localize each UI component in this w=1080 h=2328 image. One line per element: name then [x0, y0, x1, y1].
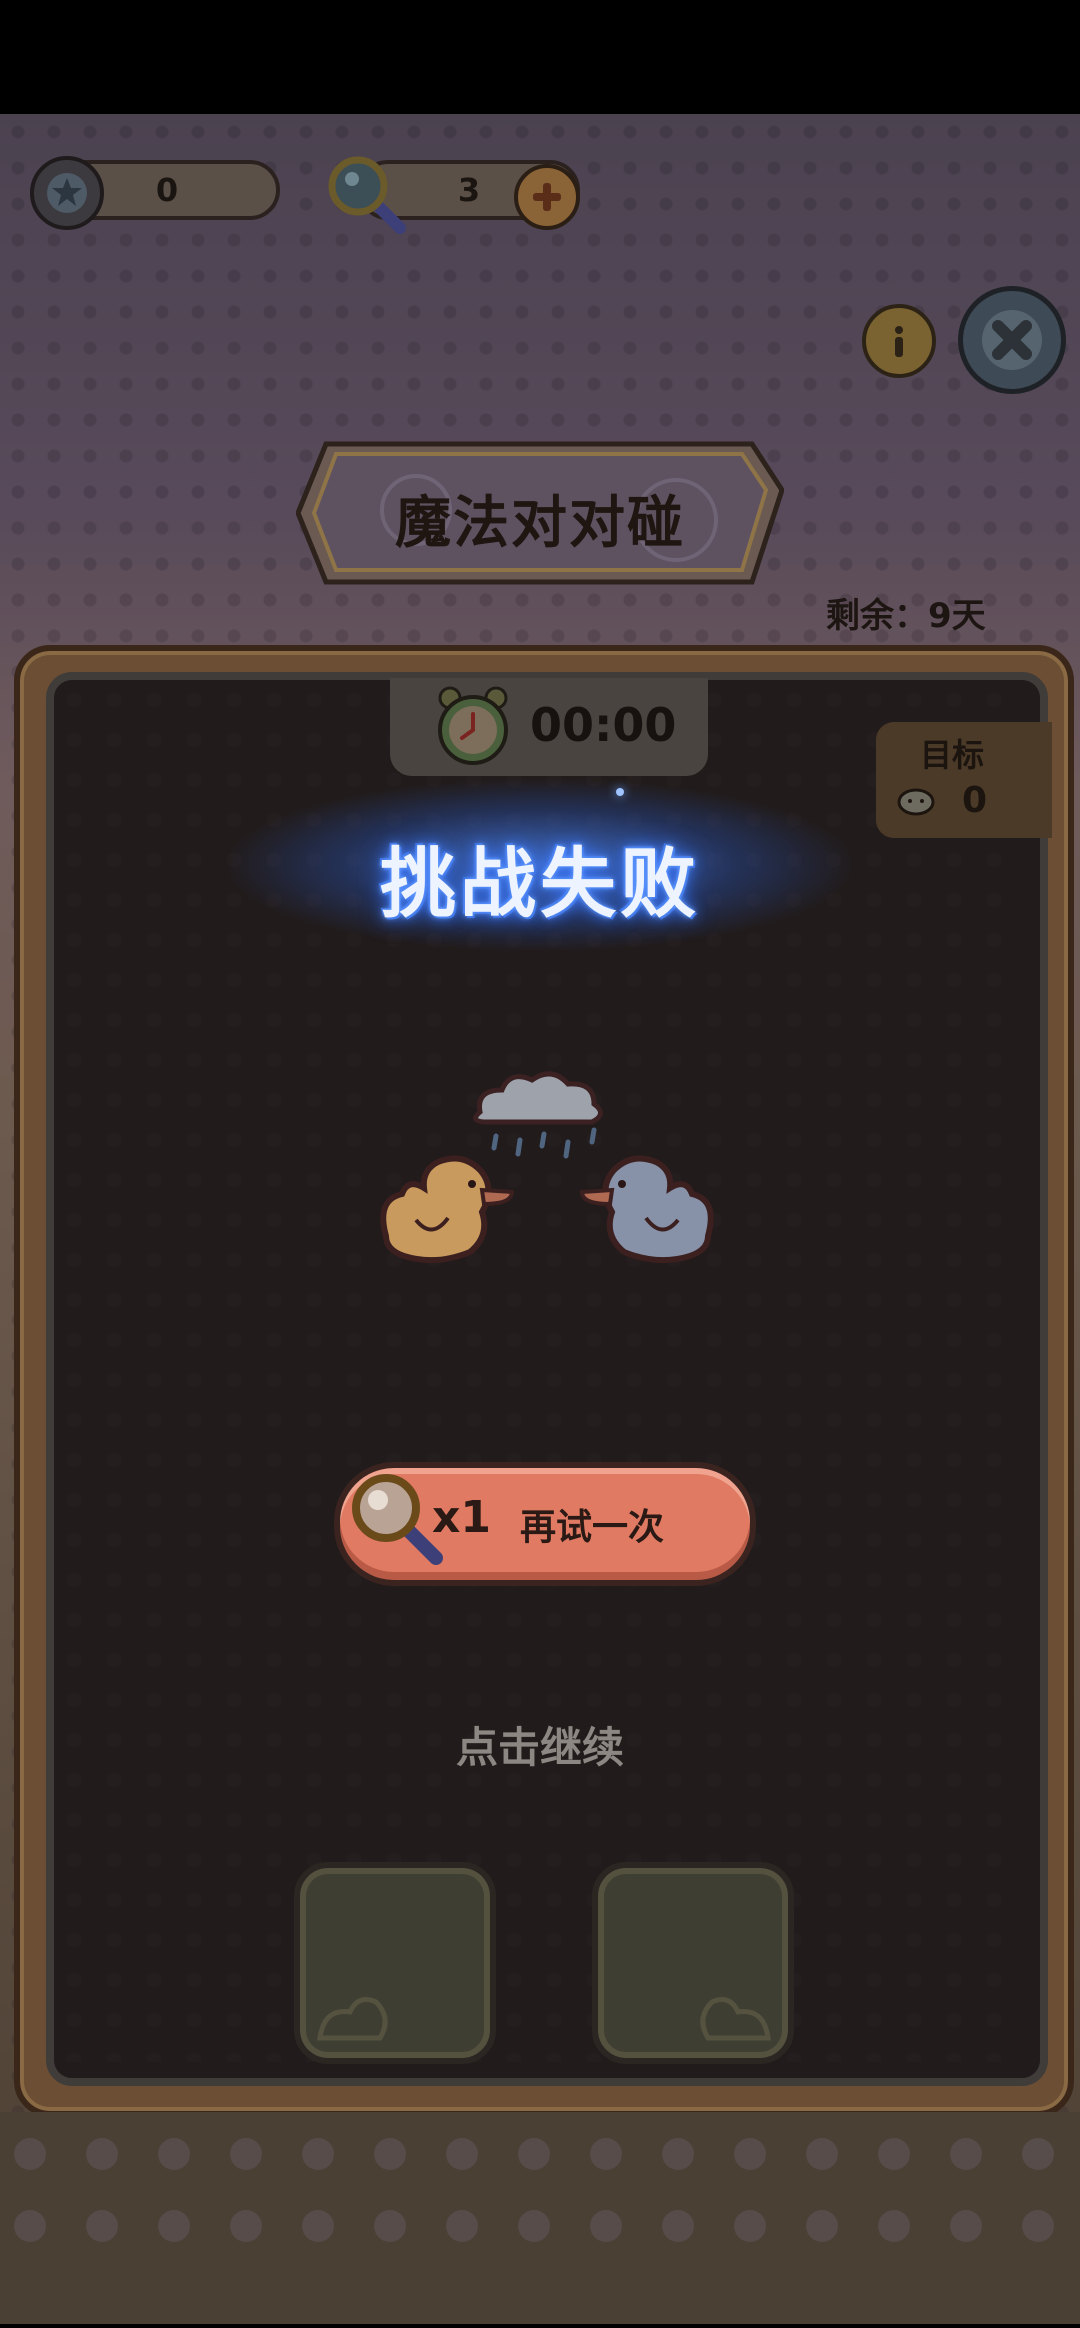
challenge-failed-title: 挑战失败	[380, 839, 700, 928]
remaining-days: 剩余：9天	[826, 596, 986, 636]
add-magnifier-button[interactable]	[514, 164, 580, 230]
cloud-icon	[473, 1071, 603, 1159]
footer-area	[0, 2112, 1080, 2324]
yellow-duck	[380, 1155, 515, 1264]
close-button[interactable]	[958, 286, 1066, 394]
magnifier-count: 3	[457, 171, 481, 209]
retry-cost: x1	[432, 1492, 491, 1543]
match-slot-left	[294, 1862, 496, 2064]
timer-value: 00:00	[530, 698, 677, 752]
magnifier-icon	[326, 154, 410, 238]
tap-to-continue[interactable]: 点击继续	[340, 1714, 740, 1775]
goal-count: 0	[962, 780, 988, 821]
star-icon	[30, 156, 104, 230]
sparkle	[616, 788, 624, 796]
close-icon	[982, 310, 1042, 370]
goal-item-icon	[896, 784, 936, 816]
plus-icon	[533, 183, 561, 211]
status-bar	[0, 0, 1080, 114]
sad-ducks-illustration	[380, 1071, 714, 1264]
game-title: 魔法对对碰	[395, 491, 685, 556]
info-icon	[895, 326, 903, 357]
info-button[interactable]	[862, 304, 936, 378]
blue-duck	[579, 1155, 714, 1264]
retry-label: 再试一次	[520, 1507, 665, 1548]
goal-label: 目标	[920, 736, 985, 774]
match-slot-right	[592, 1862, 794, 2064]
alarm-clock-icon	[432, 684, 514, 770]
stars-count: 0	[155, 171, 179, 209]
